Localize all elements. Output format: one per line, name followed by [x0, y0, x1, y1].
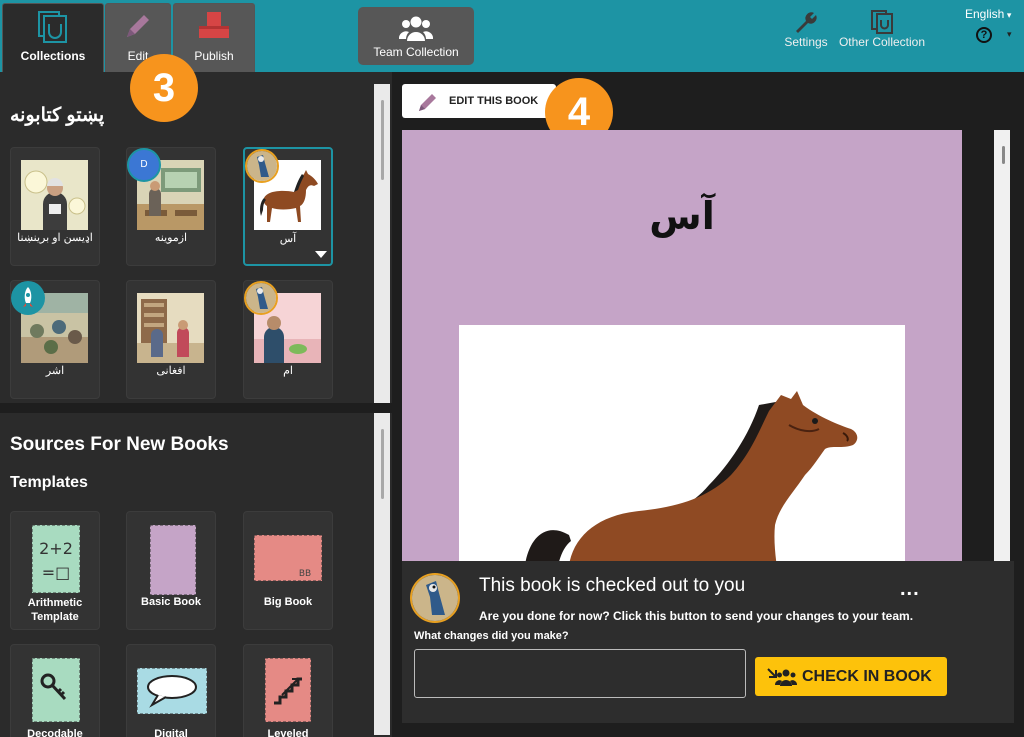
bloom-app-window: Collections Edit Publish Team Collection…	[0, 0, 1024, 737]
user-badge: D	[127, 148, 161, 182]
book-title: اډیسن او برینښنا	[17, 232, 93, 244]
horse-icon	[459, 325, 905, 561]
publish-icon	[199, 12, 229, 38]
settings-button[interactable]: Settings	[782, 0, 830, 72]
template-title: Leveled	[267, 728, 309, 737]
template-card[interactable]: Basic Book	[126, 511, 216, 630]
checkout-title: This book is checked out to you	[479, 575, 746, 596]
other-collection-label: Other Collection	[838, 35, 926, 49]
other-collection-button[interactable]: Other Collection	[836, 0, 928, 72]
pencil-icon	[127, 15, 149, 37]
book-title: ام	[283, 365, 293, 377]
page-scrollbar[interactable]	[994, 130, 1010, 561]
other-collection-icon	[871, 10, 893, 34]
book-card[interactable]: افغانی	[126, 280, 216, 399]
stairs-icon	[264, 657, 312, 723]
language-menu[interactable]: English	[965, 7, 1011, 21]
big-book-icon: BB	[253, 534, 323, 582]
template-card[interactable]: 2+2 =□ Arithmetic Template	[10, 511, 100, 630]
keys-icon	[31, 657, 81, 723]
book-card[interactable]: D ازموینه	[126, 147, 216, 266]
collection-scrollbar[interactable]	[374, 84, 390, 404]
settings-label: Settings	[784, 35, 828, 49]
pencil-icon	[419, 94, 436, 111]
book-menu-caret-icon[interactable]	[315, 251, 327, 258]
sources-scrollbar-thumb[interactable]	[381, 429, 384, 499]
page-title: آس	[649, 194, 715, 238]
svg-text:=□: =□	[42, 563, 71, 582]
template-title: Big Book	[263, 596, 313, 608]
book-card[interactable]: اشر	[10, 280, 100, 399]
avatar	[244, 281, 278, 315]
team-icon	[399, 16, 433, 41]
book-title: اشر	[45, 365, 65, 377]
collection-title: پښتو كتابونه	[10, 105, 105, 126]
check-in-icon	[767, 668, 797, 686]
book-title: افغانی	[156, 365, 186, 377]
edit-this-book-button[interactable]: EDIT THIS BOOK	[402, 84, 556, 118]
avatar	[245, 149, 279, 183]
changes-label: What changes did you make?	[414, 630, 569, 642]
help-icon[interactable]: ?	[976, 27, 992, 43]
speech-bubble-icon	[136, 667, 208, 715]
help-menu-caret-icon[interactable]: ▾	[1007, 29, 1012, 40]
check-in-book-label: CHECK IN BOOK	[802, 668, 932, 685]
horse-picture	[459, 325, 905, 561]
changes-input[interactable]	[414, 649, 746, 698]
edit-this-book-label: EDIT THIS BOOK	[449, 95, 539, 107]
template-title: Basic Book	[141, 596, 201, 608]
check-in-book-button[interactable]: CHECK IN BOOK	[755, 657, 947, 696]
template-card[interactable]: Decodable	[10, 644, 100, 737]
book-title: آس	[279, 233, 297, 245]
pane-divider[interactable]	[0, 403, 392, 413]
portrait-scientist-icon	[21, 160, 88, 230]
book-card[interactable]: ام	[243, 280, 333, 399]
template-title: Digital	[154, 728, 188, 737]
template-card[interactable]: Digital	[126, 644, 216, 737]
book-card[interactable]: اډیسن او برینښنا	[10, 147, 100, 266]
template-card[interactable]: BB Big Book	[243, 511, 333, 630]
collections-icon	[38, 11, 67, 43]
template-title: Decodable	[27, 728, 83, 737]
template-title: Arithmetic Template	[27, 597, 83, 623]
book-page-preview: آس	[402, 130, 962, 561]
tab-collections-label: Collections	[20, 49, 86, 63]
template-card[interactable]: Leveled	[243, 644, 333, 737]
sources-scrollbar[interactable]	[374, 413, 390, 735]
collection-scrollbar-thumb[interactable]	[381, 100, 384, 180]
book-card-selected[interactable]: آس	[243, 147, 333, 266]
tab-collections[interactable]: Collections	[2, 3, 104, 72]
page-scrollbar-thumb[interactable]	[1002, 146, 1005, 164]
checkout-message: Are you done for now? Click this button …	[479, 609, 914, 623]
avatar	[410, 573, 460, 623]
svg-text:2+2: 2+2	[39, 539, 73, 558]
arithmetic-icon: 2+2 =□	[31, 524, 81, 594]
shop-icon	[137, 293, 204, 363]
templates-heading: Templates	[10, 474, 88, 491]
sources-title: Sources For New Books	[10, 434, 229, 455]
team-collection-label: Team Collection	[373, 45, 459, 59]
tab-publish-label: Publish	[194, 49, 234, 63]
rocket-icon	[11, 281, 45, 315]
basic-book-icon	[149, 524, 197, 596]
book-title: ازموینه	[154, 232, 188, 244]
svg-text:BB: BB	[299, 569, 311, 579]
team-collection-button[interactable]: Team Collection	[358, 7, 474, 65]
step-3-callout: 3	[130, 54, 198, 122]
more-options-icon[interactable]: ...	[900, 578, 920, 601]
wrench-icon	[796, 12, 817, 33]
